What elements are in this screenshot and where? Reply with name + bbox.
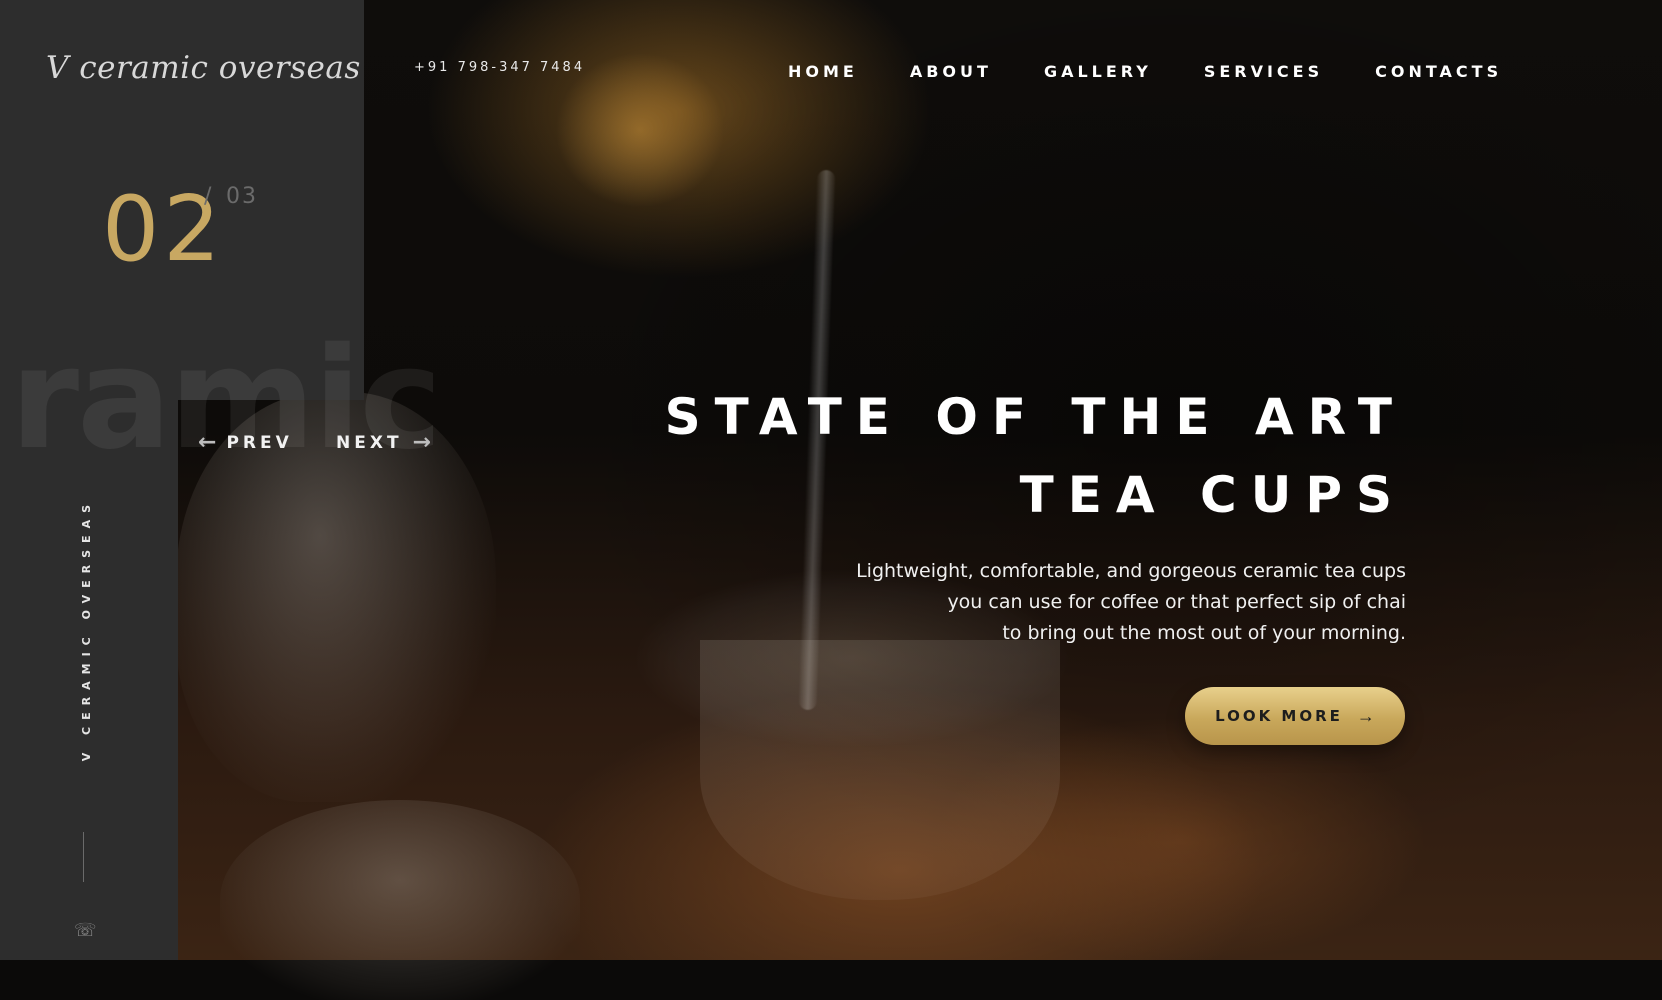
nav-home[interactable]: HOME [788,62,858,81]
vertical-brand-text: V CERAMIC OVERSEAS [80,498,93,762]
hero-description-line: to bring out the most out of your mornin… [1002,622,1406,644]
next-slide-button[interactable]: NEXT → [336,430,431,455]
next-label: NEXT [336,432,403,453]
look-more-label: LOOK MORE [1215,707,1343,725]
vertical-divider-line [83,832,84,882]
nav-contacts[interactable]: CONTACTS [1375,62,1502,81]
hero-title-line-1: STATE OF THE ART [664,388,1406,446]
nav-gallery[interactable]: GALLERY [1044,62,1152,81]
prev-slide-button[interactable]: ← PREV [198,430,293,455]
main-nav: HOME ABOUT GALLERY SERVICES CONTACTS [788,62,1502,81]
slide-counter-separator: / [204,184,214,209]
nav-about[interactable]: ABOUT [910,62,992,81]
brand-logo[interactable]: V ceramic overseas [46,50,361,86]
arrow-right-icon: → [1356,705,1375,726]
arrow-left-icon: ← [198,430,217,455]
hero-description-line: Lightweight, comfortable, and gorgeous c… [856,560,1406,582]
nav-services[interactable]: SERVICES [1204,62,1323,81]
hero-title-line-2: TEA CUPS [1019,466,1406,524]
arrow-right-icon: → [412,430,431,455]
prev-label: PREV [226,432,293,453]
look-more-button[interactable]: LOOK MORE → [1185,687,1405,745]
slide-total-number: 03 [226,184,258,209]
hero-description-line: you can use for coffee or that perfect s… [947,591,1406,613]
phone-number[interactable]: +91 798-347 7484 [414,60,585,75]
whatsapp-icon[interactable]: ☏ [74,920,97,940]
hero-description: Lightweight, comfortable, and gorgeous c… [846,556,1406,649]
